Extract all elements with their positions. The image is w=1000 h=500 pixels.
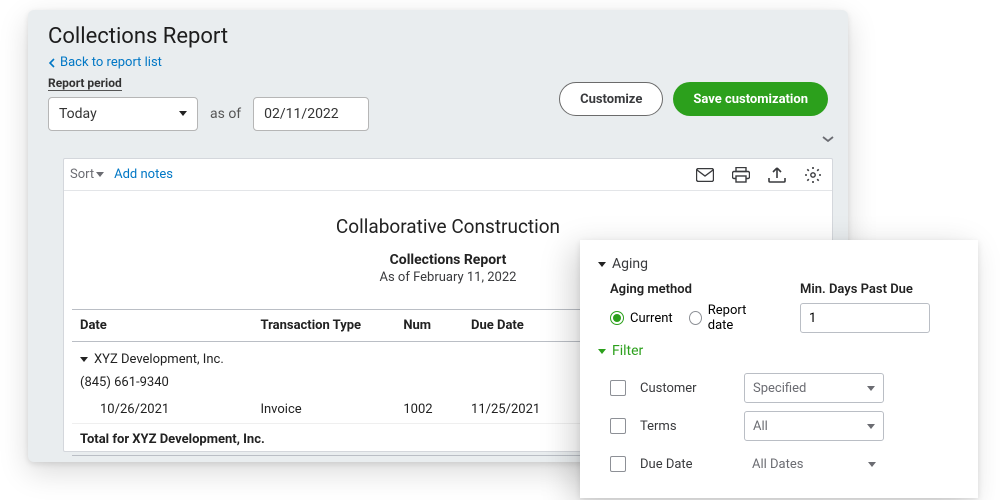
filter-terms-checkbox[interactable] [610, 418, 626, 434]
save-customization-button[interactable]: Save customization [673, 82, 828, 116]
filter-terms-select[interactable]: All [744, 411, 884, 441]
chevron-down-icon [179, 111, 187, 116]
min-days-label: Min. Days Past Due [800, 282, 960, 297]
filter-section-toggle[interactable]: Filter [598, 343, 960, 359]
cell-type: Invoice [252, 396, 395, 424]
min-days-input[interactable]: 1 [800, 303, 930, 333]
filter-duedate-checkbox[interactable] [610, 456, 626, 472]
filter-duedate-value: All Dates [752, 457, 804, 472]
asof-date-value: 02/11/2022 [264, 106, 339, 122]
filter-customer-checkbox[interactable] [610, 380, 626, 396]
filter-customer-value: Specified [753, 381, 806, 396]
filter-customer-label: Customer [640, 381, 730, 396]
back-link-label: Back to report list [60, 55, 162, 70]
caret-down-icon [80, 357, 88, 362]
filter-terms-label: Terms [640, 419, 730, 434]
filter-terms-value: All [753, 419, 768, 434]
filter-section-label: Filter [612, 343, 643, 359]
customize-button[interactable]: Customize [559, 82, 663, 116]
company-name: Collaborative Construction [64, 215, 832, 238]
col-num[interactable]: Num [395, 310, 463, 342]
add-notes-link[interactable]: Add notes [114, 167, 173, 182]
sheet-toolbar: Sort Add notes [64, 159, 832, 191]
col-type[interactable]: Transaction Type [252, 310, 395, 342]
report-period-select[interactable]: Today [48, 97, 198, 131]
caret-down-icon [96, 172, 104, 177]
aging-method-current-label: Current [630, 311, 673, 326]
cell-date: 10/26/2021 [72, 396, 252, 424]
report-period-label: Report period [48, 76, 122, 91]
collapse-header-toggle[interactable] [820, 131, 836, 151]
header-buttons: Customize Save customization [559, 82, 828, 116]
asof-date-input[interactable]: 02/11/2022 [253, 97, 369, 131]
caret-down-icon [598, 262, 606, 267]
filter-row-duedate: Due Date All Dates [610, 445, 960, 483]
aging-section-label: Aging [612, 256, 648, 272]
report-header: Collections Report Back to report list R… [28, 10, 848, 149]
filter-customer-select[interactable]: Specified [744, 373, 884, 403]
gear-icon[interactable] [804, 166, 822, 184]
chevron-down-icon [867, 424, 875, 429]
aging-method-reportdate-radio[interactable] [689, 311, 702, 325]
print-icon[interactable] [732, 167, 750, 183]
chevron-left-icon [48, 58, 56, 68]
filter-duedate-label: Due Date [640, 457, 730, 472]
aging-method-reportdate-label: Report date [708, 303, 770, 333]
aging-method-label: Aging method [610, 282, 770, 297]
customer-name: XYZ Development, Inc. [94, 352, 224, 367]
filter-duedate-select[interactable]: All Dates [744, 449, 884, 479]
min-days-value: 1 [809, 311, 816, 326]
sort-menu[interactable]: Sort [70, 167, 104, 182]
filter-row-customer: Customer Specified [610, 369, 960, 407]
chevron-down-icon [820, 131, 836, 147]
col-date[interactable]: Date [72, 310, 252, 342]
email-icon[interactable] [696, 168, 714, 182]
export-icon[interactable] [768, 167, 786, 183]
asof-label: as of [210, 106, 241, 122]
cell-num: 1002 [395, 396, 463, 424]
back-to-list-link[interactable]: Back to report list [48, 55, 162, 70]
chevron-down-icon [868, 462, 876, 467]
chevron-down-icon [867, 386, 875, 391]
caret-down-icon [598, 349, 606, 354]
aging-method-current-radio[interactable] [610, 311, 624, 325]
sort-label: Sort [70, 167, 94, 182]
page-title: Collections Report [48, 24, 828, 49]
filter-row-terms: Terms All [610, 407, 960, 445]
customize-panel: Aging Aging method Current Report date M [580, 240, 978, 498]
report-period-value: Today [59, 106, 97, 122]
aging-section-toggle[interactable]: Aging [598, 256, 960, 272]
